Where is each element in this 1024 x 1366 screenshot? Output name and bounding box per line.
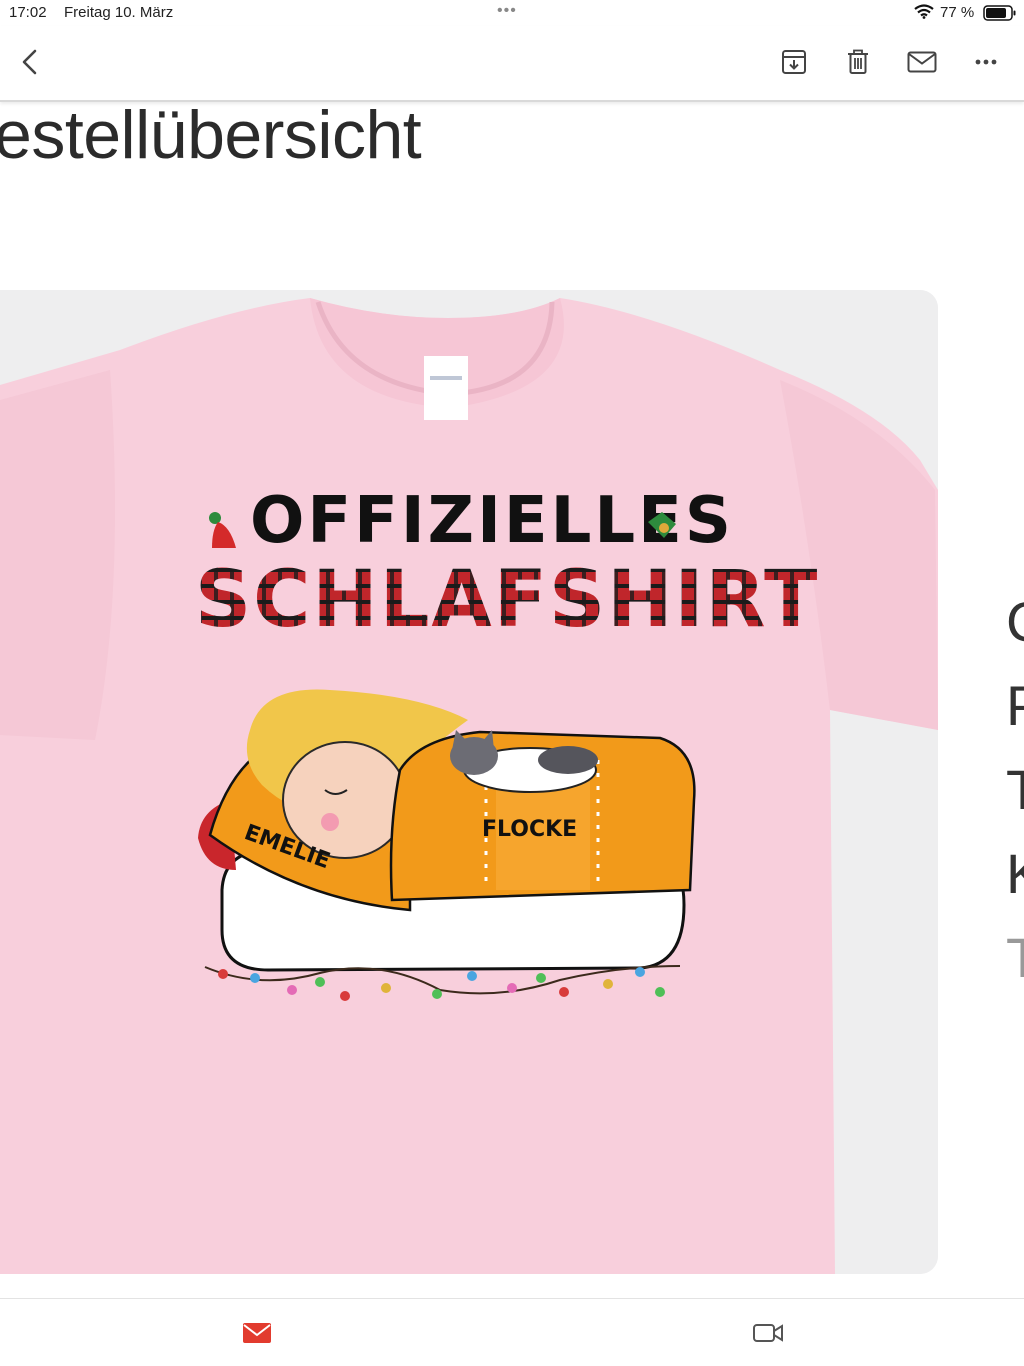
pet-name-label: FLOCKE: [482, 817, 577, 842]
clipped-side-text: C P T K T: [1006, 580, 1024, 1000]
more-button[interactable]: [968, 44, 1004, 80]
battery-icon: [983, 5, 1016, 21]
tshirt-image: OFFIZIELLES SCHLAFSHIRT EMELIE FLOCKE: [0, 290, 938, 1274]
video-icon: [753, 1324, 783, 1342]
email-heading: estellübersicht: [0, 97, 422, 173]
archive-icon: [782, 50, 806, 74]
mark-unread-button[interactable]: [904, 44, 940, 80]
status-date: Freitag 10. März: [64, 4, 174, 21]
clipped-letter: K: [1006, 832, 1024, 916]
shirt-print-line2: SCHLAFSHIRT: [195, 555, 819, 645]
wifi-icon: [914, 4, 934, 19]
archive-button[interactable]: [776, 44, 812, 80]
bottom-tab-bar: [0, 1298, 1024, 1366]
status-bar: 17:02 Freitag 10. März ••• 77 %: [0, 0, 1024, 26]
mail-icon: [243, 1323, 271, 1343]
status-time: 17:02: [9, 4, 47, 21]
product-image-card[interactable]: OFFIZIELLES SCHLAFSHIRT EMELIE FLOCKE: [0, 290, 938, 1274]
tab-mail[interactable]: [240, 1319, 274, 1347]
chevron-left-icon: [22, 49, 37, 75]
clipped-letter: P: [1006, 664, 1024, 748]
delete-button[interactable]: [840, 44, 876, 80]
more-icon: [975, 59, 997, 65]
mail-toolbar: [0, 26, 1024, 102]
clipped-letter: T: [1006, 926, 1024, 989]
back-button[interactable]: [12, 44, 48, 80]
clipped-letter: C: [1006, 580, 1024, 664]
trash-icon: [848, 49, 868, 74]
sleeping-illustration: EMELIE FLOCKE: [198, 689, 696, 1001]
envelope-icon: [907, 51, 937, 73]
battery-percentage: 77 %: [940, 4, 975, 21]
clipped-letter: T: [1006, 758, 1024, 821]
multitask-dots-icon[interactable]: •••: [497, 2, 517, 20]
tab-video[interactable]: [751, 1319, 785, 1347]
